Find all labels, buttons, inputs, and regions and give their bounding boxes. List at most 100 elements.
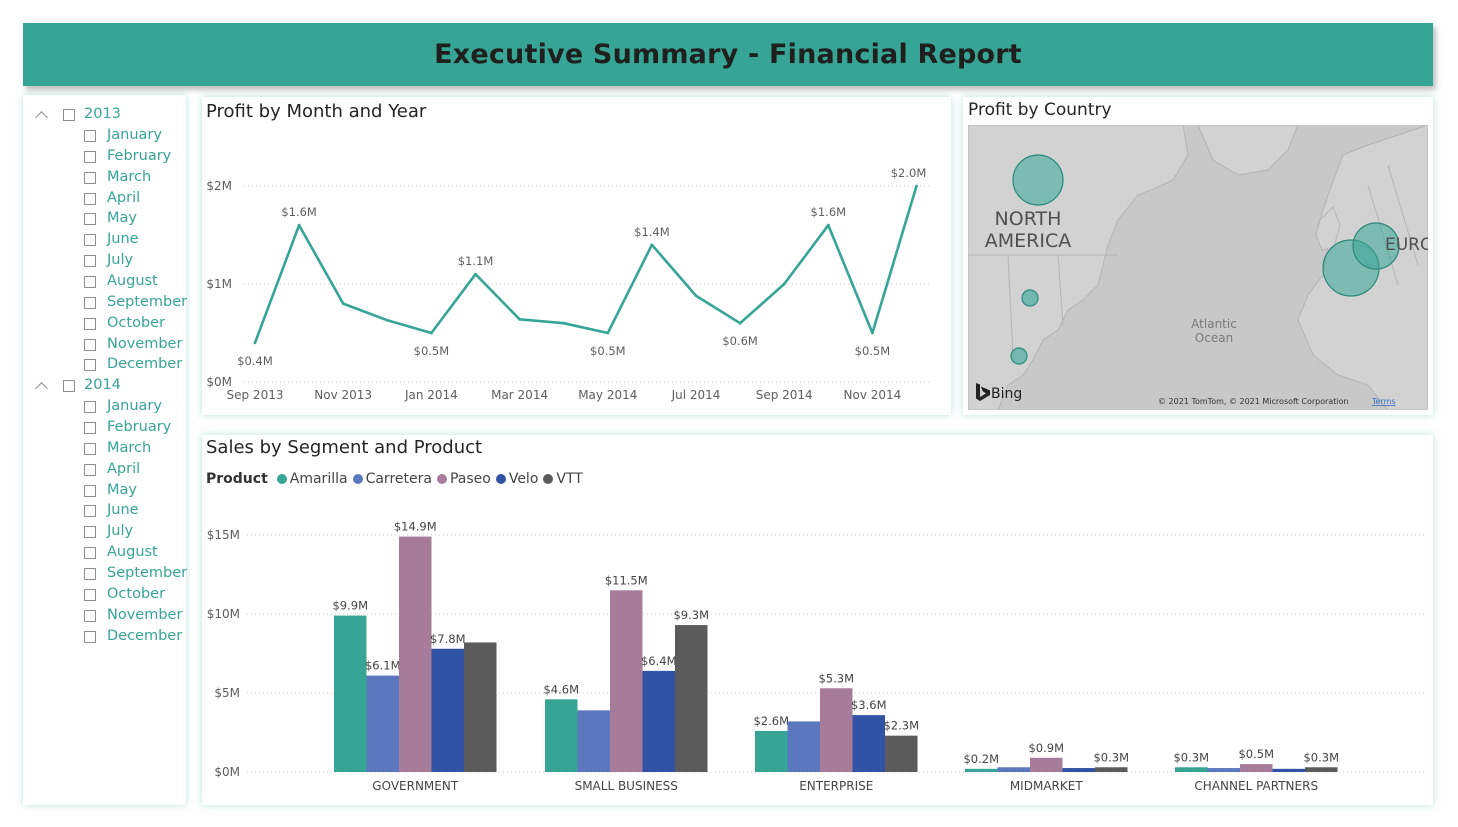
north-america-land xyxy=(968,125,1189,410)
bar-data-label: $9.9M xyxy=(332,599,368,613)
month-label: May xyxy=(107,210,137,227)
profit-data-label: $1.6M xyxy=(811,205,847,219)
month-checkbox[interactable] xyxy=(84,359,96,372)
month-label: October xyxy=(107,585,166,602)
profit-line-chart-card[interactable]: Profit by Month and Year $0M $1M $2M Sep 20… xyxy=(202,97,951,415)
map-canvas: NORTH AMERICA EURO Atlantic Ocean Bing ©… xyxy=(968,125,1428,410)
month-label: July xyxy=(107,252,134,269)
x-tick-label: Jul 2014 xyxy=(671,388,721,402)
month-checkbox[interactable] xyxy=(84,588,96,601)
bar-velo xyxy=(1062,768,1095,772)
map-terms-link[interactable]: Terms xyxy=(1371,397,1396,406)
month-checkbox[interactable] xyxy=(84,505,96,518)
profit-data-label: $0.5M xyxy=(855,344,891,358)
profit-data-label: $1.4M xyxy=(634,225,670,239)
month-checkbox[interactable] xyxy=(84,422,96,435)
month-checkbox[interactable] xyxy=(84,338,96,351)
month-checkbox[interactable] xyxy=(84,568,96,580)
profit-point xyxy=(738,321,742,325)
bar-amarilla xyxy=(545,699,578,772)
month-checkbox[interactable] xyxy=(84,630,96,643)
bar-amarilla xyxy=(755,730,788,772)
profit-by-country-map[interactable]: NORTH AMERICA EURO Atlantic Ocean Bing ©… xyxy=(968,125,1428,410)
profit-data-label: $1.1M xyxy=(458,254,494,268)
month-checkbox[interactable] xyxy=(84,130,96,142)
bar-data-label: $6.1M xyxy=(365,659,401,673)
bar-paseo xyxy=(1240,764,1273,772)
x-tick-label: Mar 2014 xyxy=(491,388,548,402)
north-america-label-2: AMERICA xyxy=(985,230,1071,252)
x-tick-label: Nov 2014 xyxy=(844,388,902,402)
usa-bubble xyxy=(1021,289,1039,307)
bar-carretera xyxy=(787,721,820,772)
month-checkbox[interactable] xyxy=(84,484,96,497)
profit-data-label: $0.6M xyxy=(722,334,758,348)
collapse-chevron-icon[interactable] xyxy=(35,382,48,396)
month-checkbox[interactable] xyxy=(84,192,96,205)
bar-data-label: $0.3M xyxy=(1303,750,1339,764)
month-checkbox[interactable] xyxy=(84,463,96,476)
map-copyright: © 2021 TomTom, © 2021 Microsoft Corporat… xyxy=(1158,397,1349,406)
greenland-land xyxy=(1197,125,1299,176)
y-tick-label: $1M xyxy=(206,277,232,291)
profit-point xyxy=(385,318,389,322)
bar-data-label: $2.6M xyxy=(753,714,789,728)
x-category-label: GOVERNMENT xyxy=(372,779,459,793)
bar-vtt xyxy=(464,642,497,772)
year-checkbox-2014[interactable] xyxy=(63,380,75,393)
bar-carretera xyxy=(366,675,399,772)
month-checkbox[interactable] xyxy=(84,150,96,163)
x-category-label: SMALL BUSINESS xyxy=(575,779,678,793)
north-america-label-1: NORTH xyxy=(995,208,1062,230)
y-tick-label: $15M xyxy=(207,528,240,542)
profit-data-label: $0.4M xyxy=(237,354,273,368)
profit-data-label: $1.6M xyxy=(281,205,317,219)
month-checkbox[interactable] xyxy=(84,317,96,330)
report-header: Executive Summary - Financial Report xyxy=(23,23,1433,86)
date-slicer[interactable]: 2013 January February March April May June July… xyxy=(23,95,187,805)
x-tick-label: Sep 2013 xyxy=(227,388,284,402)
profit-point xyxy=(297,223,301,227)
month-label: December xyxy=(107,356,183,373)
month-checkbox[interactable] xyxy=(84,547,96,560)
month-checkbox[interactable] xyxy=(84,275,96,288)
month-checkbox[interactable] xyxy=(84,171,96,184)
bar-amarilla xyxy=(334,615,367,772)
month-label: October xyxy=(107,314,166,331)
month-label: December xyxy=(107,627,183,644)
year-label-2013: 2013 xyxy=(84,106,121,122)
profit-point xyxy=(562,321,566,325)
profit-point xyxy=(826,223,830,227)
bar-data-label: $11.5M xyxy=(605,573,648,587)
x-category-label: CHANNEL PARTNERS xyxy=(1194,779,1318,793)
bar-data-label: $5.3M xyxy=(818,671,854,685)
month-checkbox[interactable] xyxy=(84,213,96,226)
bar-vtt xyxy=(1095,767,1128,772)
month-checkbox[interactable] xyxy=(84,442,96,455)
bar-data-label: $14.9M xyxy=(394,520,437,534)
month-checkbox[interactable] xyxy=(84,526,96,539)
month-checkbox[interactable] xyxy=(84,296,96,309)
bar-data-label: $6.4M xyxy=(641,654,677,668)
x-tick-label: Nov 2013 xyxy=(314,388,372,402)
collapse-chevron-icon[interactable] xyxy=(35,111,48,124)
profit-point xyxy=(915,184,918,188)
bar-paseo xyxy=(610,590,643,772)
month-label: November xyxy=(107,606,183,623)
bar-vtt xyxy=(885,735,918,772)
bar-data-label: $0.5M xyxy=(1238,747,1274,761)
bar-vtt xyxy=(675,625,708,772)
y-tick-label: $10M xyxy=(207,607,240,621)
year-checkbox-2013[interactable] xyxy=(63,109,75,121)
x-category-label: MIDMARKET xyxy=(1010,779,1083,793)
y-tick-label: $2M xyxy=(206,179,232,193)
month-checkbox[interactable] xyxy=(84,609,96,622)
month-checkbox[interactable] xyxy=(84,401,96,414)
month-checkbox[interactable] xyxy=(84,255,96,268)
canada-bubble xyxy=(1012,154,1064,206)
bar-paseo xyxy=(1030,757,1063,772)
bar-data-label: $3.6M xyxy=(851,698,887,712)
month-checkbox[interactable] xyxy=(84,234,96,247)
sales-bar-chart: $0M $5M $10M $15M $9.9M $6.1M $14.9M $7.8M GOVER… xyxy=(207,520,1427,793)
bar-vtt xyxy=(1305,767,1338,772)
